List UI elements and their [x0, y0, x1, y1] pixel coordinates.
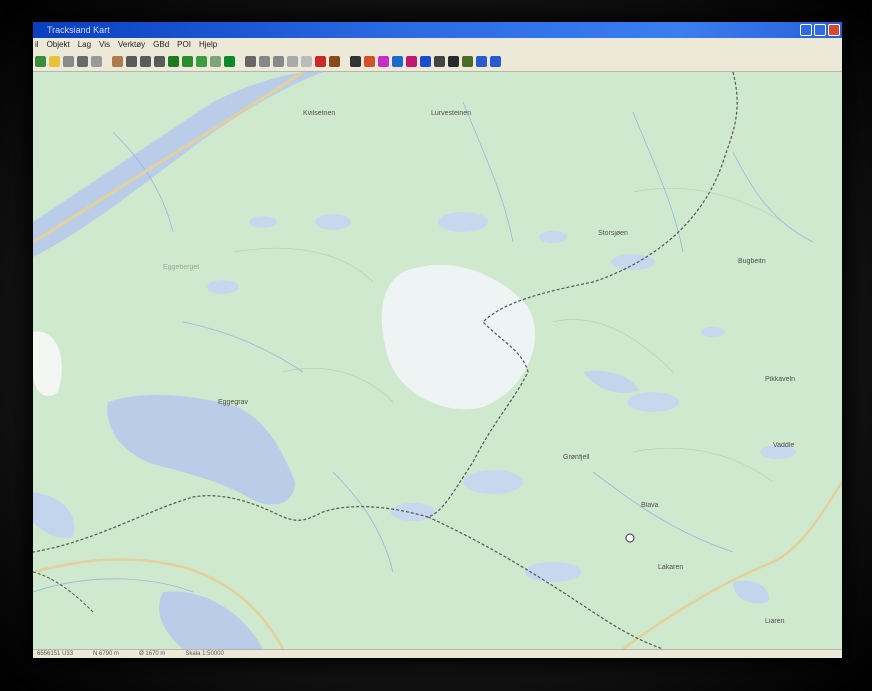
bare-mountain-area-2	[33, 331, 62, 396]
border-west	[33, 571, 94, 613]
route-icon[interactable]	[245, 56, 256, 67]
measure-icon[interactable]	[77, 56, 88, 67]
menu-item-objekt[interactable]: Objekt	[47, 38, 70, 52]
window-title: Tracksiand Kart	[47, 25, 110, 35]
info-icon[interactable]	[63, 56, 74, 67]
menu-item-vis[interactable]: Vis	[99, 38, 110, 52]
table-icon[interactable]	[224, 56, 235, 67]
menu-item-file[interactable]: il	[35, 38, 39, 52]
ball-icon[interactable]	[364, 56, 375, 67]
place-label: Liaren	[765, 618, 785, 625]
place-label: Pikkaveln	[765, 376, 795, 383]
status-bar: 6556151 U33 N 6790 m Ø 1670 m Skala 1:50…	[33, 649, 842, 658]
place-label: Lurvesteinen	[431, 110, 472, 117]
place-label: Lakaren	[658, 564, 684, 571]
menu-item-gbd[interactable]: GBd	[153, 38, 169, 52]
zoom-area-icon[interactable]	[154, 56, 165, 67]
menu-item-lag[interactable]: Lag	[78, 38, 91, 52]
page-icon[interactable]	[196, 56, 207, 67]
place-label: Eggeberget	[163, 264, 200, 271]
close-icon[interactable]	[828, 24, 840, 36]
arrow-up-icon[interactable]	[350, 56, 361, 67]
status-item: Skala 1:50000	[185, 651, 224, 657]
gps-icon[interactable]	[329, 56, 340, 67]
lake-south	[159, 591, 263, 649]
layer-green2-icon[interactable]	[182, 56, 193, 67]
place-label: Blava	[641, 502, 659, 509]
menu-item-verktoy[interactable]: Verktøy	[118, 38, 145, 52]
toolbar-separator	[238, 56, 242, 67]
lake-east	[733, 580, 769, 604]
record-icon[interactable]	[315, 56, 326, 67]
car-icon[interactable]	[448, 56, 459, 67]
toolbar-separator	[105, 56, 109, 67]
page2-icon[interactable]	[210, 56, 221, 67]
flag-icon[interactable]	[420, 56, 431, 67]
place-label: Bugbeitn	[738, 258, 766, 265]
maximize-icon[interactable]	[814, 24, 826, 36]
place-label: Kvilsetnen	[303, 110, 336, 117]
print-icon[interactable]	[273, 56, 284, 67]
map-canvas	[33, 72, 842, 649]
place-label: Eggegrav	[218, 399, 248, 406]
minimize-icon[interactable]	[800, 24, 812, 36]
lake-southwest	[33, 492, 74, 539]
title-bar[interactable]: Tracksiand Kart	[33, 22, 842, 38]
chat-icon[interactable]	[259, 56, 270, 67]
zoom-out-icon[interactable]	[140, 56, 151, 67]
photo-icon[interactable]	[392, 56, 403, 67]
home-icon[interactable]	[35, 56, 46, 67]
menu-bar: il Objekt Lag Vis Verktøy GBd POI Hjelp	[33, 38, 842, 52]
grid-icon[interactable]	[91, 56, 102, 67]
cursor-icon[interactable]	[49, 56, 60, 67]
hand-icon[interactable]	[112, 56, 123, 67]
map-view[interactable]: Kvilsetnen Lurvesteinen Storsjøen Eggebe…	[33, 72, 842, 649]
status-item: 6556151 U33	[37, 651, 74, 657]
app-window: Tracksiand Kart il Objekt Lag Vis Verktø…	[33, 22, 842, 658]
target-icon[interactable]	[378, 56, 389, 67]
menu-item-hjelp[interactable]: Hjelp	[199, 38, 217, 52]
menu-item-poi[interactable]: POI	[177, 38, 191, 52]
window-icon[interactable]	[490, 56, 501, 67]
status-item: Ø 1670 m	[139, 651, 166, 657]
status-item: N 6790 m	[93, 651, 120, 657]
monitor-icon[interactable]	[476, 56, 487, 67]
lake-northeast	[583, 370, 638, 393]
zoom-in-icon[interactable]	[126, 56, 137, 67]
place-label: Vaddle	[773, 442, 795, 449]
waypoint-marker	[625, 533, 635, 543]
bag-icon[interactable]	[462, 56, 473, 67]
stop-icon[interactable]	[406, 56, 417, 67]
circle-grey-icon[interactable]	[287, 56, 298, 67]
link-icon[interactable]	[434, 56, 445, 67]
place-label: Grønfjell	[563, 454, 590, 461]
lake-large	[107, 394, 295, 505]
place-label: Storsjøen	[598, 230, 628, 237]
fjord-north	[33, 72, 323, 257]
circle-grey2-icon[interactable]	[301, 56, 312, 67]
bare-mountain-area	[381, 264, 536, 410]
toolbar-separator	[343, 56, 347, 67]
layer-green-icon[interactable]	[168, 56, 179, 67]
toolbar	[33, 52, 842, 72]
